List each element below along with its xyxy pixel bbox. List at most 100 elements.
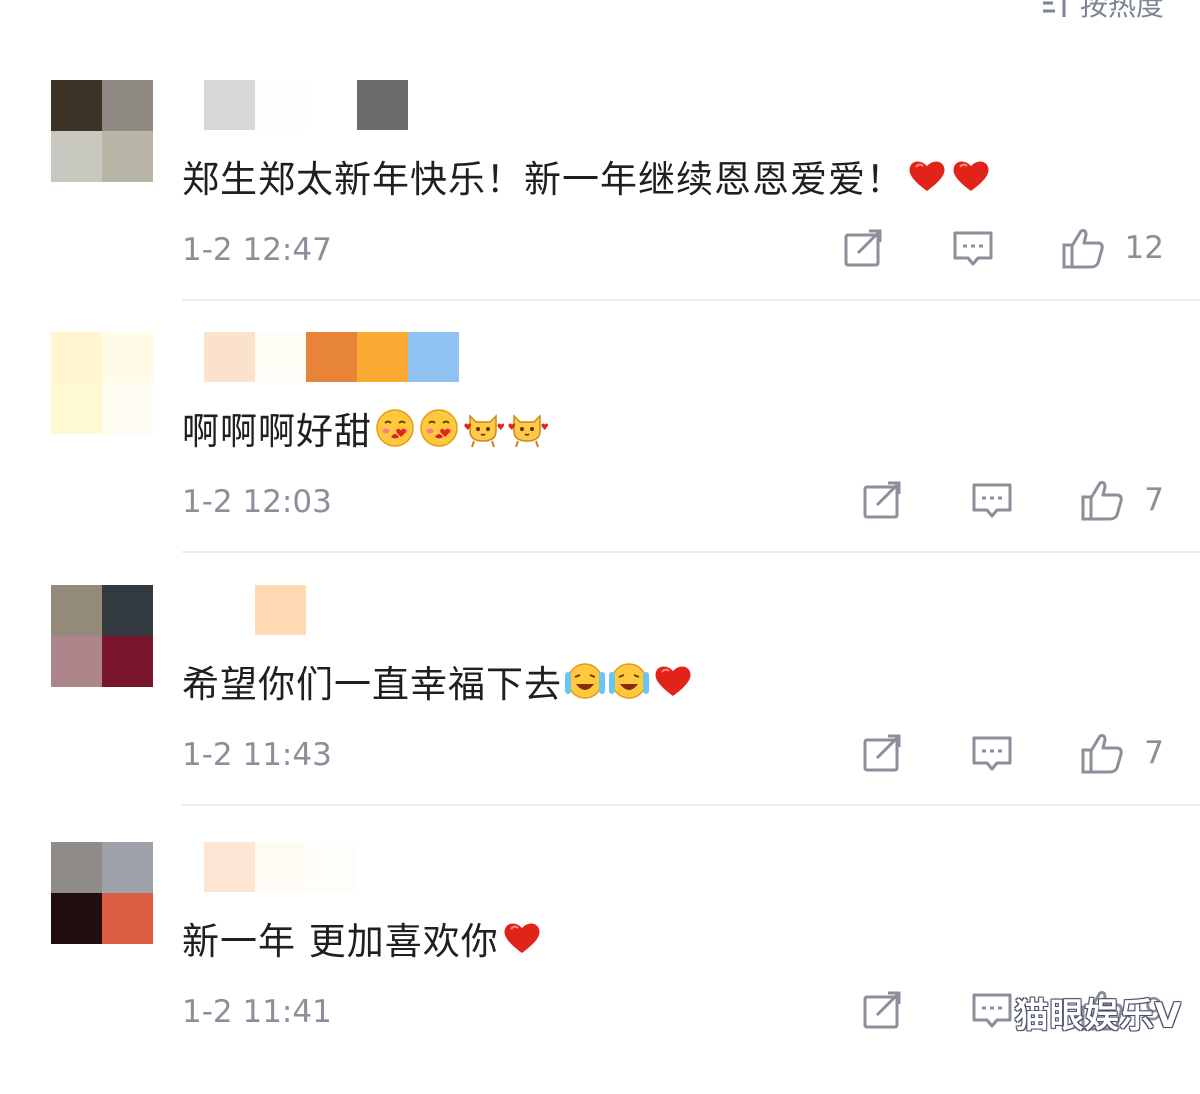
avatar-mosaic-cell — [102, 893, 153, 944]
comment-text: 希望你们一直幸福下去 — [182, 653, 694, 709]
comment-timestamp: 1-2 12:03 — [182, 484, 332, 520]
share-icon — [860, 988, 904, 1032]
comment-text: 啊啊啊好甜 — [182, 400, 549, 456]
comment-text: 郑生郑太新年快乐！新一年继续恩恩爱爱！ — [182, 148, 992, 204]
avatar[interactable] — [51, 842, 153, 944]
username-mosaic-cell — [255, 332, 306, 382]
comment-item: 郑生郑太新年快乐！新一年继续恩恩爱爱！ 1-2 12:47 12 — [0, 80, 1200, 332]
comment-item: 希望你们一直幸福下去 1-2 11:43 7 — [0, 585, 1200, 837]
divider — [182, 299, 1200, 301]
reply-button[interactable] — [970, 988, 1014, 1032]
face-blowing-kiss-emoji-icon — [374, 407, 416, 449]
avatar-mosaic-cell — [102, 332, 153, 383]
like-button[interactable]: 7 — [1080, 731, 1164, 775]
comment-icon — [970, 731, 1014, 775]
avatar-mosaic-cell — [51, 842, 102, 893]
comment-actions: 7 — [860, 478, 1164, 522]
username-obscured[interactable] — [204, 332, 459, 382]
comment-icon — [951, 226, 995, 270]
like-count: 7 — [1144, 735, 1164, 771]
avatar-mosaic-cell — [51, 80, 102, 131]
reply-button[interactable] — [951, 226, 995, 270]
cat-with-hearts-emoji-icon — [506, 407, 549, 449]
username-mosaic-cell — [255, 842, 306, 892]
share-button[interactable] — [841, 226, 885, 270]
watermark: 猫眼娱乐V — [1014, 996, 1182, 1036]
username-mosaic-cell — [408, 332, 459, 382]
thumbs-up-icon — [1061, 226, 1105, 270]
share-icon — [860, 731, 904, 775]
share-button[interactable] — [860, 478, 904, 522]
comment-timestamp: 1-2 11:43 — [182, 737, 332, 773]
username-mosaic-cell — [255, 585, 306, 635]
avatar-mosaic-cell — [51, 585, 102, 636]
username-mosaic-cell — [357, 842, 408, 892]
divider — [182, 804, 1200, 806]
comment-text: 新一年 更加喜欢你 — [182, 910, 543, 966]
comment-item: 新一年 更加喜欢你 1-2 11:41 9 — [0, 842, 1200, 1094]
avatar-mosaic-cell — [102, 636, 153, 687]
comment-text-content: 啊啊啊好甜 — [182, 410, 372, 453]
username-mosaic-cell — [204, 585, 255, 635]
avatar-mosaic-cell — [51, 636, 102, 687]
username-mosaic-cell — [306, 842, 357, 892]
crying-laughing-face-emoji-icon — [608, 660, 650, 702]
avatar[interactable] — [51, 332, 153, 434]
username-mosaic-cell — [204, 842, 255, 892]
avatar-mosaic-cell — [102, 131, 153, 182]
reply-button[interactable] — [970, 731, 1014, 775]
red-heart-emoji-icon — [950, 155, 992, 197]
avatar-mosaic-cell — [51, 893, 102, 944]
share-icon — [860, 478, 904, 522]
username-mosaic-cell — [255, 80, 306, 130]
sort-icon — [1042, 0, 1069, 17]
sort-toggle[interactable]: 按热度 — [1040, 0, 1164, 24]
comment-icon — [970, 478, 1014, 522]
username-mosaic-cell — [204, 80, 255, 130]
username-obscured[interactable] — [204, 80, 408, 130]
like-count: 7 — [1144, 482, 1164, 518]
like-count: 12 — [1124, 230, 1164, 266]
avatar-mosaic-cell — [102, 842, 153, 893]
face-blowing-kiss-emoji-icon — [418, 407, 460, 449]
username-mosaic-cell — [204, 332, 255, 382]
comment-icon — [970, 988, 1014, 1032]
avatar-mosaic-cell — [102, 585, 153, 636]
comment-timestamp: 1-2 11:41 — [182, 994, 332, 1030]
cat-with-hearts-emoji-icon — [462, 407, 505, 449]
username-obscured[interactable] — [204, 585, 306, 635]
comment-actions: 12 — [841, 226, 1164, 270]
share-button[interactable] — [860, 731, 904, 775]
crying-laughing-face-emoji-icon — [564, 660, 606, 702]
comment-text-content: 郑生郑太新年快乐！新一年继续恩恩爱爱！ — [182, 158, 904, 201]
red-heart-emoji-icon — [652, 660, 694, 702]
avatar-mosaic-cell — [51, 332, 102, 383]
comment-item: 啊啊啊好甜 1-2 12:03 7 — [0, 332, 1200, 584]
username-mosaic-cell — [357, 332, 408, 382]
like-button[interactable]: 12 — [1061, 226, 1164, 270]
red-heart-emoji-icon — [501, 917, 543, 959]
avatar[interactable] — [51, 585, 153, 687]
sort-label: 按热度 — [1079, 0, 1164, 22]
avatar-mosaic-cell — [102, 80, 153, 131]
username-mosaic-cell — [357, 80, 408, 130]
avatar-mosaic-cell — [51, 383, 102, 434]
username-obscured[interactable] — [204, 842, 408, 892]
like-button[interactable]: 7 — [1080, 478, 1164, 522]
share-button[interactable] — [860, 988, 904, 1032]
comment-text-content: 希望你们一直幸福下去 — [182, 663, 562, 706]
thumbs-up-icon — [1080, 731, 1124, 775]
reply-button[interactable] — [970, 478, 1014, 522]
username-mosaic-cell — [306, 332, 357, 382]
username-mosaic-cell — [306, 80, 357, 130]
share-icon — [841, 226, 885, 270]
avatar[interactable] — [51, 80, 153, 182]
comment-text-content: 新一年 更加喜欢你 — [182, 920, 499, 963]
avatar-mosaic-cell — [102, 383, 153, 434]
red-heart-emoji-icon — [906, 155, 948, 197]
divider — [182, 551, 1200, 553]
thumbs-up-icon — [1080, 478, 1124, 522]
avatar-mosaic-cell — [51, 131, 102, 182]
comment-timestamp: 1-2 12:47 — [182, 232, 332, 268]
comment-actions: 7 — [860, 731, 1164, 775]
